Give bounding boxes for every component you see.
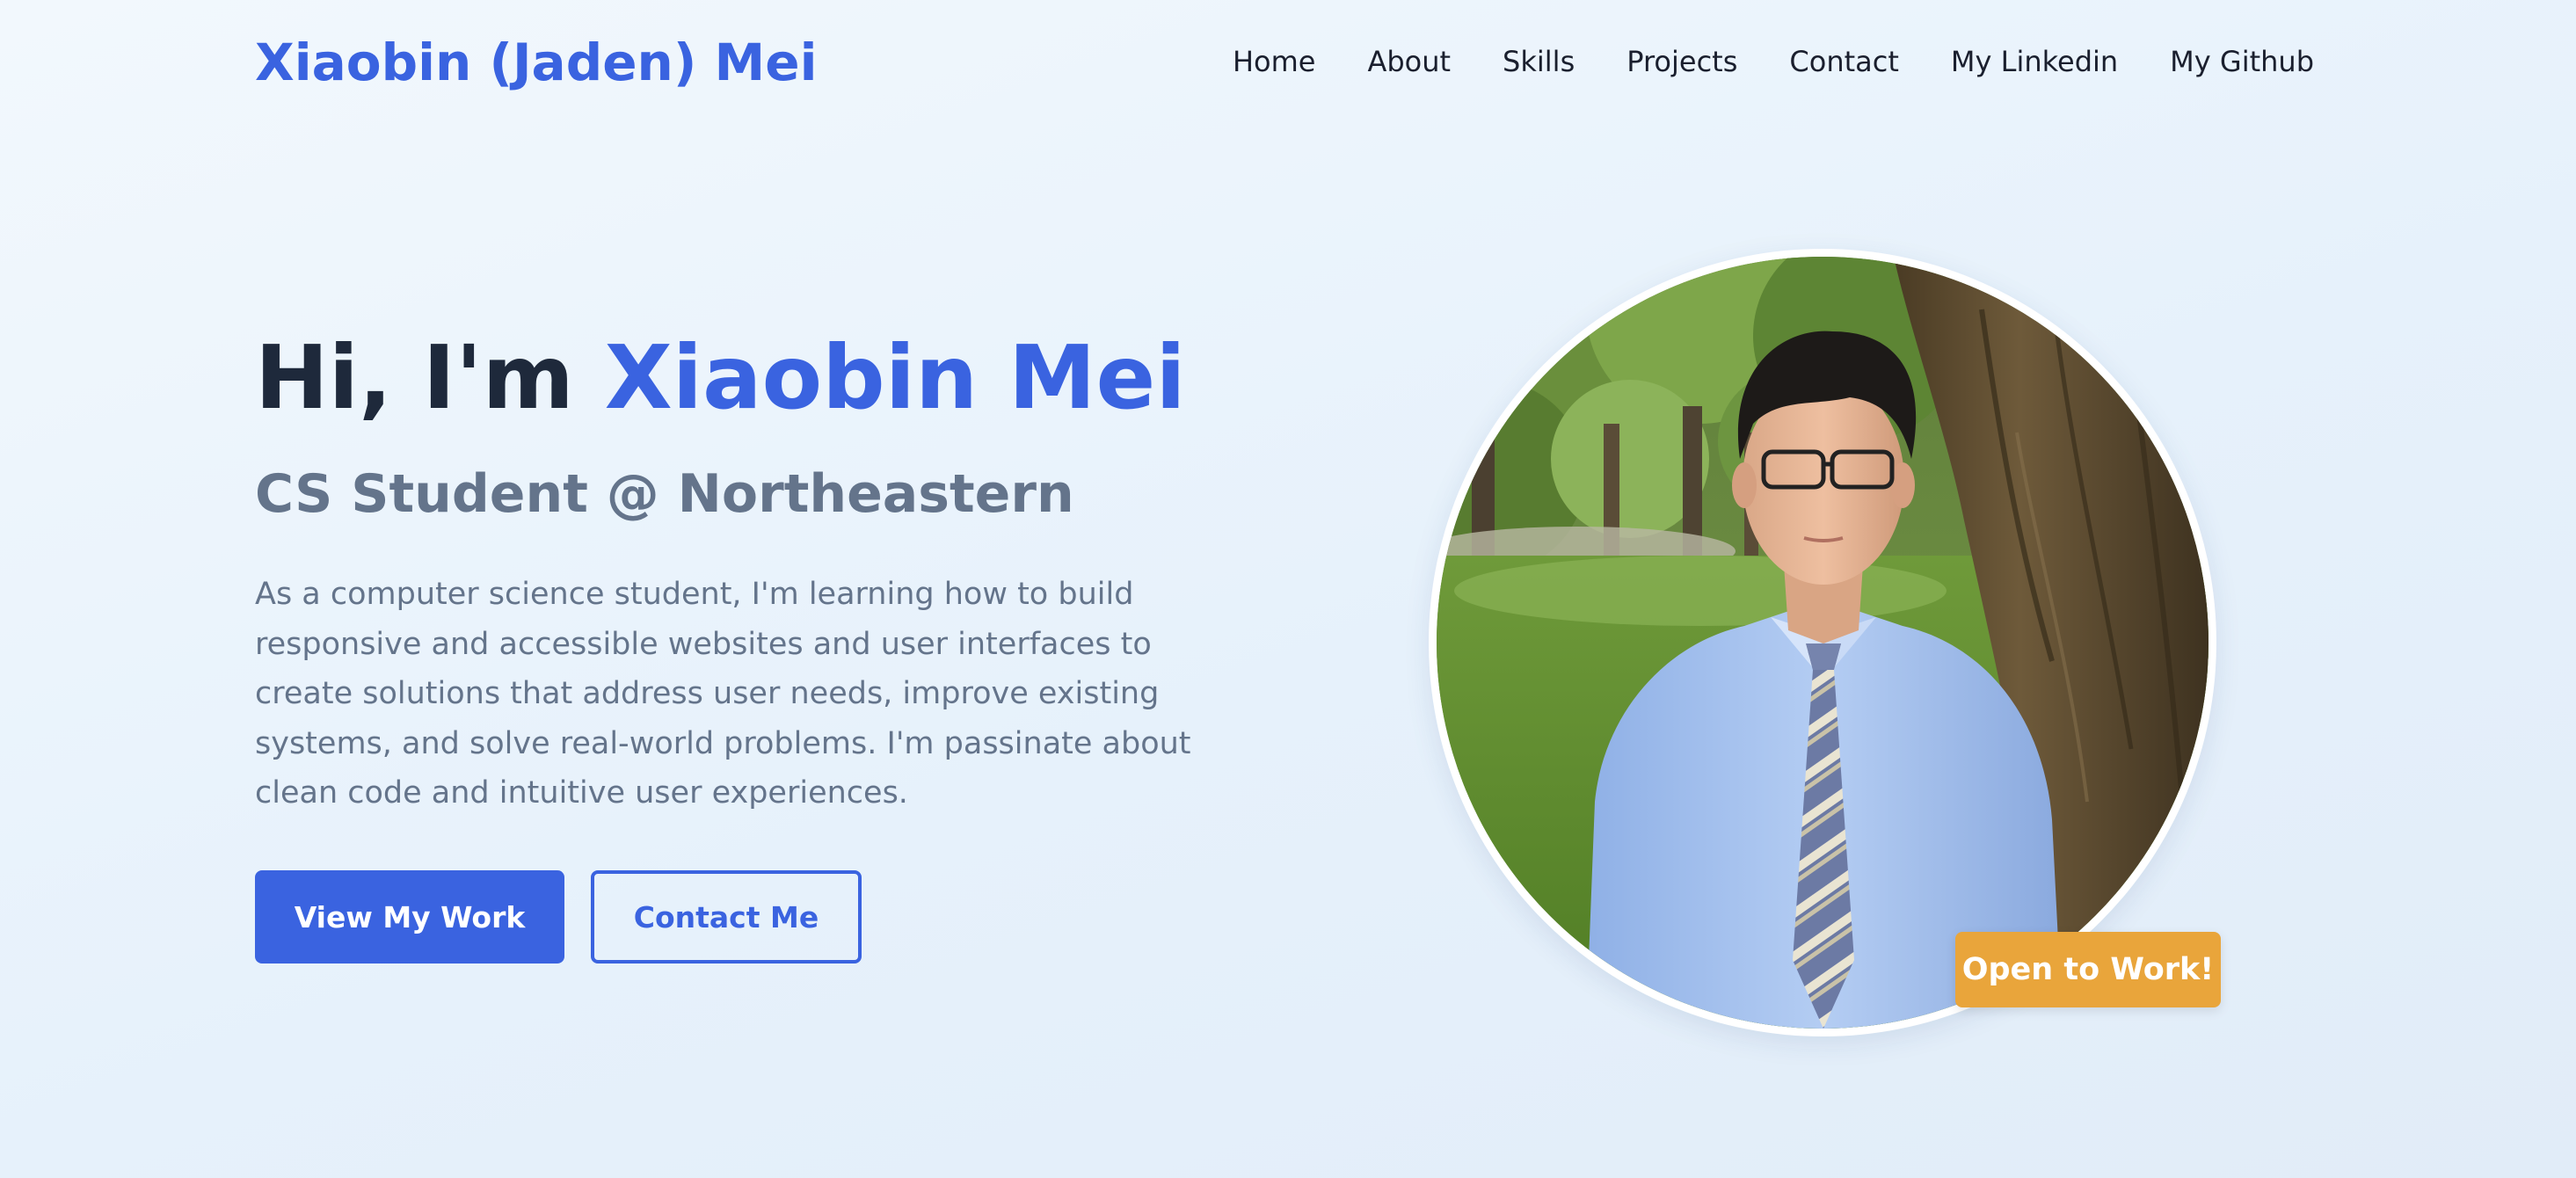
hero-subtitle: CS Student @ Northeastern	[255, 463, 1074, 525]
contact-me-button[interactable]: Contact Me	[591, 870, 862, 963]
profile-photo	[1437, 257, 2209, 1029]
nav-link-about[interactable]: About	[1367, 42, 1451, 81]
open-to-work-badge: Open to Work!	[1955, 932, 2221, 1007]
site-logo-name[interactable]: Xiaobin (Jaden) Mei	[255, 33, 817, 91]
nav-link-linkedin[interactable]: My Linkedin	[1951, 42, 2118, 81]
hero-name: Xiaobin Mei	[604, 326, 1186, 429]
nav-link-home[interactable]: Home	[1233, 42, 1316, 81]
nav-link-github[interactable]: My Github	[2170, 42, 2314, 81]
main-nav: Home About Skills Projects Contact My Li…	[1233, 42, 2314, 81]
nav-link-contact[interactable]: Contact	[1789, 42, 1899, 81]
site-header: Xiaobin (Jaden) Mei Home About Skills Pr…	[0, 0, 2576, 123]
nav-link-skills[interactable]: Skills	[1503, 42, 1575, 81]
profile-photo-frame	[1429, 249, 2216, 1036]
hero-title: Hi, I'm Xiaobin Mei	[255, 327, 1186, 429]
hero-description: As a computer science student, I'm learn…	[255, 577, 1191, 811]
view-my-work-button[interactable]: View My Work	[255, 870, 564, 963]
nav-link-projects[interactable]: Projects	[1626, 42, 1737, 81]
hero-greeting: Hi, I'm	[255, 326, 605, 429]
